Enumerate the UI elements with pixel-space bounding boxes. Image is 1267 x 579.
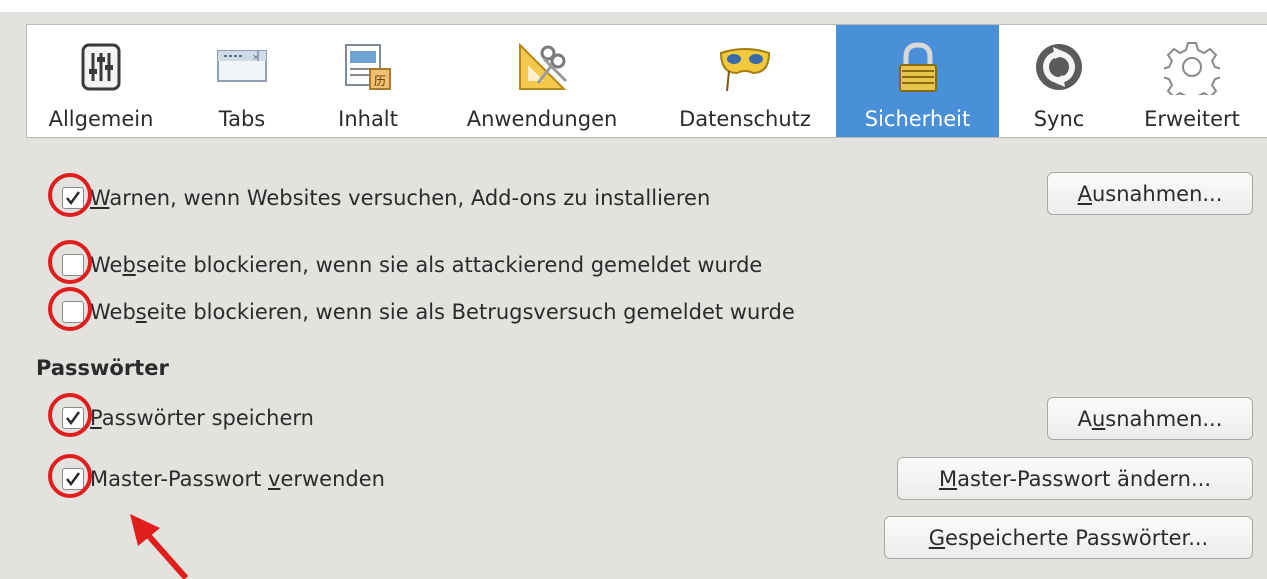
- block-attack-option: Webseite blockieren, wenn sie als attack…: [48, 240, 762, 284]
- sliders-icon: [71, 37, 131, 97]
- annotation-arrow-icon: [130, 514, 189, 579]
- block-forgery-checkbox[interactable]: [48, 287, 92, 331]
- tab-label: Sync: [1033, 107, 1085, 131]
- annotation-circle: [48, 287, 92, 331]
- master-password-checkbox[interactable]: [48, 454, 92, 498]
- password-exceptions-button[interactable]: Au snahmen...: [1047, 397, 1253, 440]
- warn-addons-label[interactable]: Warnen, wenn Websites versuchen, Add-ons…: [90, 186, 710, 210]
- remember-passwords-checkbox[interactable]: [48, 393, 92, 437]
- tab-allgemein[interactable]: Allgemein: [27, 25, 175, 137]
- preferences-toolbar: Allgemein × Tabs 历 Inhalt Anwendungen Da…: [26, 24, 1267, 138]
- block-forgery-option: Webseite blockieren, wenn sie als Betrug…: [48, 287, 795, 331]
- annotation-circle: [48, 240, 92, 284]
- content-icon: 历: [338, 37, 398, 97]
- privacy-mask-icon: [715, 37, 775, 97]
- tabs-icon: ×: [212, 37, 272, 97]
- tab-label: Erweitert: [1144, 107, 1240, 131]
- tab-label: Sicherheit: [864, 107, 971, 131]
- remember-passwords-label[interactable]: Passwörter speichern: [90, 406, 314, 430]
- master-password-option: Master-Passwort verwenden: [48, 454, 385, 498]
- window-top-strip: [0, 0, 1267, 12]
- passwords-heading: Passwörter: [36, 356, 169, 380]
- change-master-password-button[interactable]: Master-Passwort ändern...: [897, 457, 1253, 500]
- tab-anwendungen[interactable]: Anwendungen: [435, 25, 649, 137]
- gear-icon: [1162, 37, 1222, 97]
- tab-label: Datenschutz: [679, 107, 811, 131]
- tab-datenschutz[interactable]: Datenschutz: [655, 25, 835, 137]
- tab-tabs[interactable]: × Tabs: [187, 25, 297, 137]
- tab-erweitert[interactable]: Erweitert: [1127, 25, 1257, 137]
- sync-icon: [1029, 37, 1089, 97]
- tab-sync[interactable]: Sync: [1007, 25, 1111, 137]
- tab-inhalt[interactable]: 历 Inhalt: [313, 25, 423, 137]
- master-password-label[interactable]: Master-Passwort verwenden: [90, 467, 385, 491]
- applications-icon: [512, 37, 572, 97]
- block-attack-checkbox[interactable]: [48, 240, 92, 284]
- warn-addons-option: Warnen, wenn Websites versuchen, Add-ons…: [48, 173, 710, 217]
- remember-passwords-option: Passwörter speichern: [48, 393, 314, 437]
- tab-sicherheit[interactable]: Sicherheit: [836, 25, 999, 137]
- block-attack-label[interactable]: Webseite blockieren, wenn sie als attack…: [90, 253, 762, 277]
- tab-label: Allgemein: [48, 107, 154, 131]
- padlock-icon: [888, 37, 948, 97]
- tab-label: Inhalt: [338, 107, 398, 131]
- warn-addons-checkbox[interactable]: [48, 173, 92, 217]
- tab-label: Anwendungen: [466, 107, 618, 131]
- svg-text:历: 历: [374, 74, 386, 88]
- saved-passwords-button[interactable]: Gespeicherte Passwörter...: [884, 516, 1253, 559]
- block-forgery-label[interactable]: Webseite blockieren, wenn sie als Betrug…: [90, 300, 795, 324]
- tab-label: Tabs: [218, 107, 266, 131]
- addons-exceptions-button[interactable]: Ausnahmen...: [1047, 172, 1253, 215]
